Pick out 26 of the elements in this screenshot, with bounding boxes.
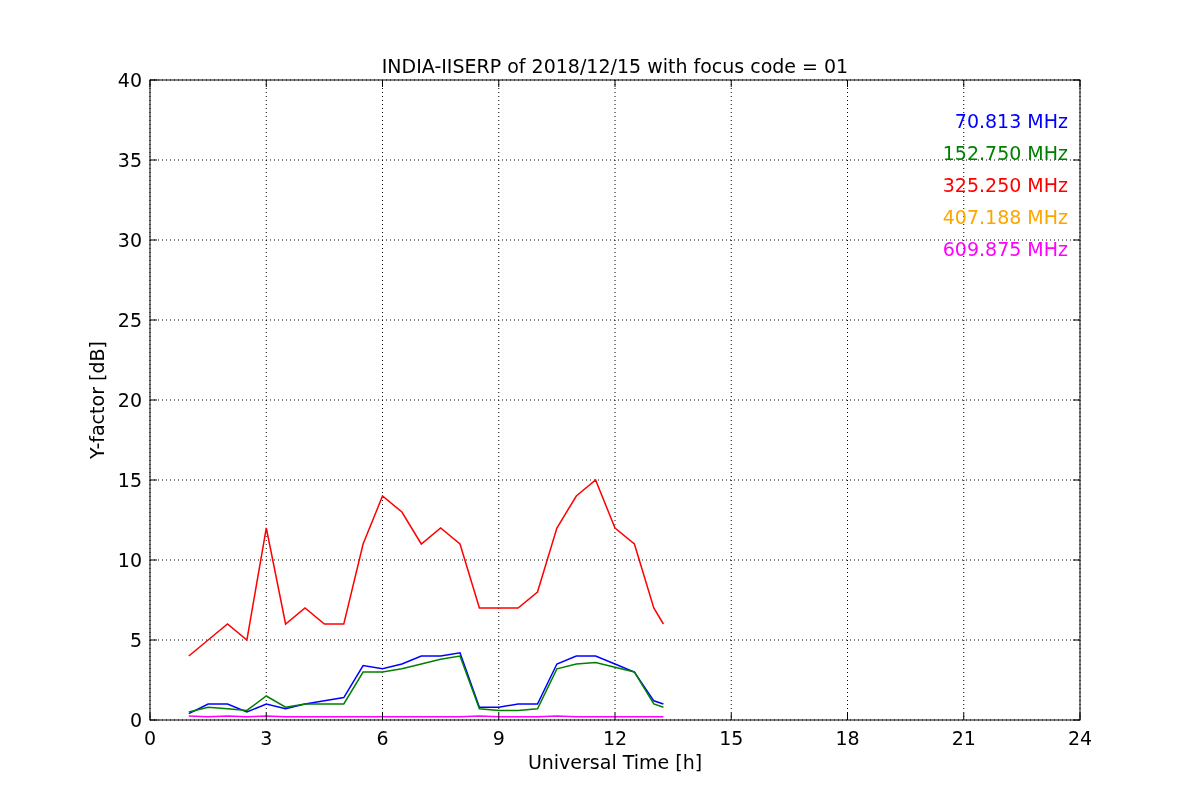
y-tick-label: 25 [117,309,142,331]
x-tick-label: 9 [492,727,505,749]
x-axis-label: Universal Time [h] [527,751,703,773]
x-tick-label: 15 [719,727,744,749]
legend-label: 325.250 MHz [942,174,1068,196]
y-tick-label: 5 [129,629,142,651]
chart-title: INDIA-IISERP of 2018/12/15 with focus code = 01 [381,55,849,77]
y-tick-label: 30 [117,229,142,251]
x-tick-label: 18 [835,727,860,749]
x-tick-label: 3 [260,727,273,749]
legend-label: 407.188 MHz [942,206,1068,228]
y-tick-label: 35 [117,149,142,171]
y-tick-label: 0 [129,709,142,731]
x-tick-label: 21 [951,727,976,749]
x-tick-label: 24 [1067,727,1093,749]
x-tick-label: 6 [376,727,389,749]
legend-label: 152.750 MHz [942,142,1068,164]
y-axis-label: Y-factor [dB] [86,341,108,459]
x-tick-label: 12 [602,727,628,749]
x-tick-label: 0 [143,727,157,749]
y-tick-label: 20 [117,389,142,411]
legend-label: 609.875 MHz [942,238,1068,260]
legend-label: 70.813 MHz [954,110,1068,132]
y-tick-label: 15 [117,469,142,491]
y-tick-label: 10 [117,549,142,571]
y-tick-label: 40 [117,69,142,91]
